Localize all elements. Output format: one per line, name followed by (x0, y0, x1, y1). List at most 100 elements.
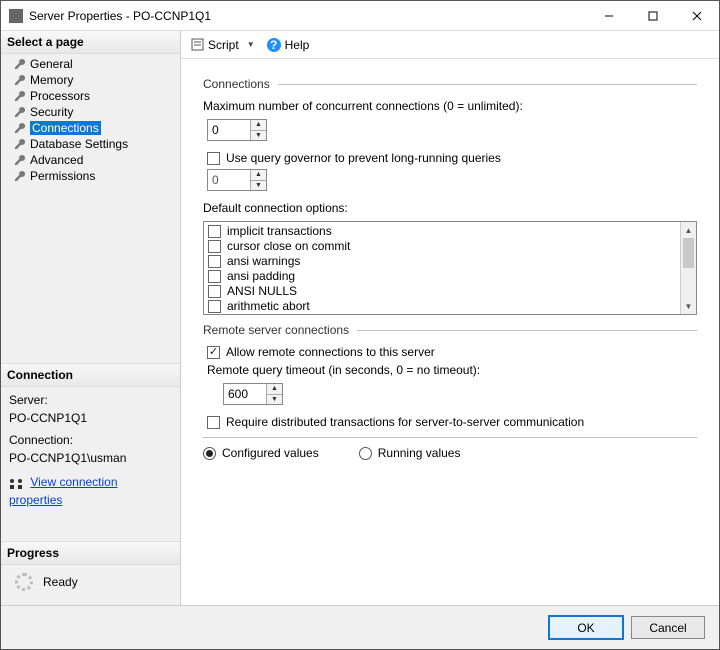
scroll-thumb[interactable] (683, 238, 694, 268)
listbox-scrollbar[interactable]: ▲ ▼ (680, 222, 696, 314)
running-values-label: Running values (378, 446, 461, 460)
toolbar: Script ▼ ? Help (181, 31, 719, 59)
page-item-label: Memory (30, 73, 73, 87)
spin-down-icon[interactable]: ▼ (251, 131, 266, 141)
page-item-advanced[interactable]: Advanced (1, 152, 180, 168)
progress-row: Ready (1, 565, 180, 605)
option-label: arithmetic abort (227, 299, 310, 314)
require-dtc-label: Require distributed transactions for ser… (226, 415, 584, 429)
connection-value: PO-CCNP1Q1\usman (9, 449, 172, 467)
wrench-icon (13, 58, 26, 71)
option-checkbox[interactable] (208, 240, 221, 253)
titlebar: Server Properties - PO-CCNP1Q1 (1, 1, 719, 31)
spin-up-icon: ▲ (251, 170, 266, 181)
wrench-icon (13, 106, 26, 119)
script-icon (191, 38, 204, 51)
connections-group-label: Connections (203, 77, 270, 91)
option-label: implicit transactions (227, 224, 332, 239)
wrench-icon (13, 122, 26, 135)
option-checkbox[interactable] (208, 225, 221, 238)
dialog-footer: OK Cancel (1, 605, 719, 649)
remote-timeout-input[interactable] (224, 384, 266, 404)
view-connection-properties-link[interactable]: View connection properties (9, 475, 118, 507)
remote-timeout-spinner[interactable]: ▲▼ (223, 383, 283, 405)
list-item[interactable]: ansi padding (208, 269, 676, 284)
require-dtc-checkbox[interactable] (207, 416, 220, 429)
page-item-label: Advanced (30, 153, 83, 167)
max-connections-label: Maximum number of concurrent connections… (203, 99, 697, 113)
query-governor-label: Use query governor to prevent long-runni… (226, 151, 501, 165)
connection-properties-icon (9, 477, 23, 489)
page-item-label: Connections (30, 121, 101, 135)
list-item[interactable]: ANSI NULLS (208, 284, 676, 299)
list-item[interactable]: arithmetic abort (208, 299, 676, 314)
main-panel: Script ▼ ? Help Connections Maximum numb… (181, 31, 719, 605)
option-checkbox[interactable] (208, 300, 221, 313)
page-item-label: General (30, 57, 73, 71)
max-connections-input[interactable] (208, 120, 250, 140)
spin-up-icon[interactable]: ▲ (267, 384, 282, 395)
cancel-button[interactable]: Cancel (631, 616, 705, 639)
page-item-memory[interactable]: Memory (1, 72, 180, 88)
query-governor-input (208, 170, 250, 190)
script-button-label: Script (208, 38, 239, 52)
spin-down-icon: ▼ (251, 181, 266, 191)
page-item-processors[interactable]: Processors (1, 88, 180, 104)
script-button[interactable]: Script ▼ (189, 38, 261, 52)
list-item[interactable]: implicit transactions (208, 224, 676, 239)
allow-remote-label: Allow remote connections to this server (226, 345, 435, 359)
spin-down-icon[interactable]: ▼ (267, 395, 282, 405)
view-connection-properties-row: View connection properties (9, 473, 172, 509)
option-label: ansi warnings (227, 254, 300, 269)
option-checkbox[interactable] (208, 285, 221, 298)
maximize-button[interactable] (631, 1, 675, 31)
minimize-button[interactable] (587, 1, 631, 31)
spin-up-icon[interactable]: ▲ (251, 120, 266, 131)
running-values-radio[interactable]: Running values (359, 446, 461, 460)
page-item-label: Permissions (30, 169, 95, 183)
chevron-down-icon[interactable]: ▼ (243, 40, 259, 49)
page-list: General Memory ProcessorsSecurityConnectio… (1, 54, 180, 186)
scroll-down-icon[interactable]: ▼ (681, 298, 696, 314)
page-item-label: Processors (30, 89, 90, 103)
wrench-icon (13, 138, 26, 151)
page-item-database-settings[interactable]: Database Settings (1, 136, 180, 152)
option-checkbox[interactable] (208, 270, 221, 283)
list-item[interactable]: ansi warnings (208, 254, 676, 269)
option-label: ANSI NULLS (227, 284, 297, 299)
option-label: ansi padding (227, 269, 295, 284)
page-item-general[interactable]: General (1, 56, 180, 72)
option-checkbox[interactable] (208, 255, 221, 268)
maximize-icon (648, 11, 658, 21)
page-item-security[interactable]: Security (1, 104, 180, 120)
default-options-listbox[interactable]: implicit transactionscursor close on com… (203, 221, 697, 315)
radio-icon (203, 447, 216, 460)
scroll-up-icon[interactable]: ▲ (681, 222, 696, 238)
configured-values-radio[interactable]: Configured values (203, 446, 319, 460)
content-area: Connections Maximum number of concurrent… (181, 59, 719, 605)
select-page-header: Select a page (1, 31, 180, 54)
max-connections-spinner[interactable]: ▲▼ (207, 119, 267, 141)
page-item-permissions[interactable]: Permissions (1, 168, 180, 184)
radio-icon (359, 447, 372, 460)
connection-label: Connection: (9, 431, 172, 449)
option-label: cursor close on commit (227, 239, 350, 254)
default-options-label: Default connection options: (203, 201, 697, 215)
query-governor-checkbox[interactable] (207, 152, 220, 165)
cancel-button-label: Cancel (649, 621, 686, 635)
list-item[interactable]: cursor close on commit (208, 239, 676, 254)
close-button[interactable] (675, 1, 719, 31)
wrench-icon (13, 74, 26, 87)
page-item-connections[interactable]: Connections (1, 120, 180, 136)
allow-remote-checkbox[interactable] (207, 346, 220, 359)
help-button[interactable]: ? Help (265, 38, 312, 52)
server-label: Server: (9, 391, 172, 409)
help-icon: ? (267, 38, 281, 52)
query-governor-spinner: ▲▼ (207, 169, 267, 191)
minimize-icon (604, 11, 614, 21)
progress-header: Progress (1, 541, 180, 565)
ok-button[interactable]: OK (549, 616, 623, 639)
sidebar: Select a page General Memory ProcessorsSec… (1, 31, 181, 605)
wrench-icon (13, 170, 26, 183)
window-title: Server Properties - PO-CCNP1Q1 (29, 9, 587, 23)
